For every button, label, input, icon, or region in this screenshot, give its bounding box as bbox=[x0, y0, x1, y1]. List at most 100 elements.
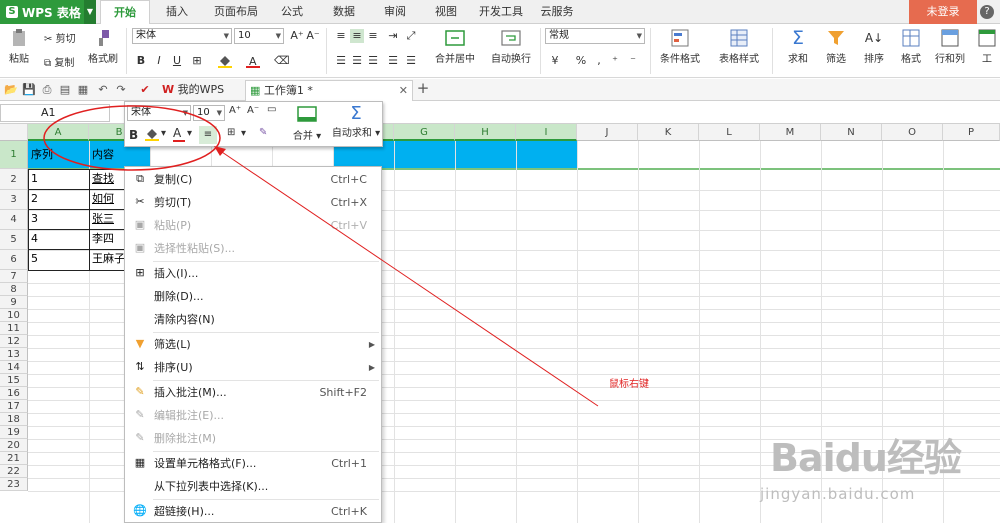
print-preview-icon[interactable]: ▤ bbox=[58, 83, 72, 97]
column-header-p[interactable]: P bbox=[943, 124, 1000, 141]
thousands-icon[interactable]: , bbox=[592, 54, 606, 68]
mini-font-select[interactable]: 宋体 ▼ bbox=[127, 105, 191, 121]
row-header-7[interactable]: 7 bbox=[0, 270, 28, 283]
mini-bold-button[interactable]: B bbox=[129, 128, 138, 142]
mini-font-color-icon[interactable]: A bbox=[173, 126, 185, 142]
underline-button[interactable]: U bbox=[170, 54, 184, 68]
app-menu-button[interactable]: S WPS 表格 ▼ bbox=[0, 0, 96, 24]
row-header-13[interactable]: 13 bbox=[0, 348, 28, 361]
tab-data[interactable]: 数据 bbox=[324, 0, 364, 24]
redo-icon[interactable]: ↷ bbox=[114, 83, 128, 97]
cell-b5[interactable]: 李四 bbox=[89, 230, 125, 248]
row-header-22[interactable]: 22 bbox=[0, 465, 28, 478]
cell-b4[interactable]: 张三 bbox=[89, 210, 125, 228]
chevron-down-icon[interactable]: ▾ bbox=[187, 128, 192, 139]
tab-workbook[interactable]: ▦ 工作簿1 * ✕ bbox=[245, 80, 413, 101]
name-box[interactable]: A1 bbox=[0, 104, 110, 122]
format-painter-button[interactable]: 格式刷 bbox=[86, 28, 120, 65]
distribute-icon[interactable]: ☰ bbox=[404, 54, 418, 68]
row-header-3[interactable]: 3 bbox=[0, 190, 28, 210]
mini-autosum-button[interactable]: Σ 自动求和 ▾ bbox=[329, 104, 383, 140]
justify-icon[interactable]: ☰ bbox=[386, 54, 400, 68]
column-header-i[interactable]: I bbox=[516, 124, 577, 141]
row-header-2[interactable]: 2 bbox=[0, 169, 28, 190]
mini-grow-font-button[interactable]: A⁺ bbox=[229, 105, 241, 116]
border-icon[interactable]: ⊞ bbox=[190, 54, 204, 68]
menu-item-paste-special[interactable]: ▣ 选择性粘贴(S)... bbox=[125, 237, 381, 260]
format-button[interactable]: 格式 bbox=[894, 28, 928, 65]
paste-button[interactable]: 粘贴 bbox=[4, 28, 34, 65]
help-icon[interactable]: ? bbox=[980, 5, 994, 19]
mini-size-select[interactable]: 10 ▼ bbox=[193, 105, 225, 121]
menu-item-clear-contents[interactable]: 清除内容(N) bbox=[125, 308, 381, 331]
row-header-6[interactable]: 6 bbox=[0, 250, 28, 270]
align-left-icon[interactable]: ☰ bbox=[334, 54, 348, 68]
row-header-12[interactable]: 12 bbox=[0, 335, 28, 348]
row-header-9[interactable]: 9 bbox=[0, 296, 28, 309]
eraser-icon[interactable]: ⌫ bbox=[274, 54, 290, 68]
row-header-15[interactable]: 15 bbox=[0, 374, 28, 387]
sum-button[interactable]: Σ 求和 bbox=[780, 28, 816, 65]
column-header-h[interactable]: H bbox=[455, 124, 516, 141]
italic-button[interactable]: I bbox=[152, 54, 166, 68]
orientation-icon[interactable]: ⤢ bbox=[404, 29, 418, 43]
print-icon[interactable]: ⎙ bbox=[40, 83, 54, 97]
copy-button[interactable]: ⧉ 复制 bbox=[44, 54, 74, 69]
row-header-16[interactable]: 16 bbox=[0, 387, 28, 400]
tab-my-wps[interactable]: W 我的WPS bbox=[158, 80, 244, 101]
chevron-down-icon[interactable]: ▼ bbox=[84, 0, 96, 24]
export-icon[interactable]: ▦ bbox=[76, 83, 90, 97]
worksheet-button[interactable]: 工 bbox=[976, 28, 998, 65]
font-name-select[interactable]: 宋体 ▼ bbox=[132, 28, 232, 44]
menu-item-copy[interactable]: ⧉ 复制(C) Ctrl+C bbox=[125, 168, 381, 191]
new-tab-button[interactable]: + bbox=[416, 81, 430, 96]
close-icon[interactable]: ✕ bbox=[399, 81, 408, 101]
menu-item-filter[interactable]: ▼ 筛选(L) ▶ bbox=[125, 333, 381, 356]
cell-b3[interactable]: 如何 bbox=[89, 190, 125, 208]
undo-icon[interactable]: ↶ bbox=[96, 83, 110, 97]
menu-item-edit-comment[interactable]: ✎ 编辑批注(E)... bbox=[125, 404, 381, 427]
tab-view[interactable]: 视图 bbox=[426, 0, 466, 24]
mini-align-center-icon[interactable]: ≡ bbox=[199, 126, 217, 144]
menu-item-insert-comment[interactable]: ✎ 插入批注(M)... Shift+F2 bbox=[125, 381, 381, 404]
column-header-m[interactable]: M bbox=[760, 124, 821, 141]
mini-shrink-font-button[interactable]: A⁻ bbox=[247, 105, 259, 116]
decrease-decimal-icon[interactable]: ⁻ bbox=[626, 54, 640, 68]
number-format-select[interactable]: 常规 ▼ bbox=[545, 28, 645, 44]
cell-b6[interactable]: 王麻子 bbox=[89, 250, 125, 268]
indent-icon[interactable]: ⇥ bbox=[386, 29, 400, 43]
save-icon[interactable]: 💾 bbox=[22, 83, 36, 97]
mini-comment-icon[interactable]: ▭ bbox=[267, 104, 276, 115]
menu-item-cut[interactable]: ✂ 剪切(T) Ctrl+X bbox=[125, 191, 381, 214]
column-header-l[interactable]: L bbox=[699, 124, 760, 141]
menu-item-pick-from-list[interactable]: 从下拉列表中选择(K)... bbox=[125, 475, 381, 498]
tab-formulas[interactable]: 公式 bbox=[272, 0, 312, 24]
mini-fill-color-icon[interactable] bbox=[145, 127, 159, 144]
login-button[interactable]: 未登录 bbox=[909, 0, 977, 24]
align-bottom-icon[interactable]: ≡ bbox=[366, 29, 380, 43]
cell-a4[interactable]: 3 bbox=[28, 210, 88, 228]
align-middle-icon[interactable]: ≡ bbox=[350, 29, 364, 43]
wrap-text-button[interactable]: 自动换行 bbox=[488, 28, 534, 65]
mini-border-icon[interactable]: ⊞ bbox=[227, 127, 235, 138]
tab-developer[interactable]: 开发工具 bbox=[473, 0, 529, 24]
select-all-corner[interactable] bbox=[0, 124, 28, 141]
column-header-k[interactable]: K bbox=[638, 124, 699, 141]
row-header-5[interactable]: 5 bbox=[0, 230, 28, 250]
font-size-select[interactable]: 10 ▼ bbox=[234, 28, 284, 44]
table-style-button[interactable]: 表格样式 bbox=[712, 28, 766, 65]
currency-icon[interactable]: ¥ bbox=[548, 54, 562, 68]
cell-a3[interactable]: 2 bbox=[28, 190, 88, 208]
tab-insert[interactable]: 插入 bbox=[158, 0, 196, 24]
fill-color-icon[interactable] bbox=[218, 54, 232, 68]
column-header-a[interactable]: A bbox=[28, 124, 89, 141]
column-header-o[interactable]: O bbox=[882, 124, 943, 141]
grow-font-icon[interactable]: A⁺ bbox=[290, 29, 304, 43]
row-header-10[interactable]: 10 bbox=[0, 309, 28, 322]
menu-item-hyperlink[interactable]: 🌐 超链接(H)... Ctrl+K bbox=[125, 500, 381, 523]
rows-cols-button[interactable]: 行和列 bbox=[930, 28, 970, 65]
conditional-format-button[interactable]: 条件格式 bbox=[655, 28, 705, 65]
row-header-17[interactable]: 17 bbox=[0, 400, 28, 413]
row-header-4[interactable]: 4 bbox=[0, 210, 28, 230]
cell-a5[interactable]: 4 bbox=[28, 230, 88, 248]
